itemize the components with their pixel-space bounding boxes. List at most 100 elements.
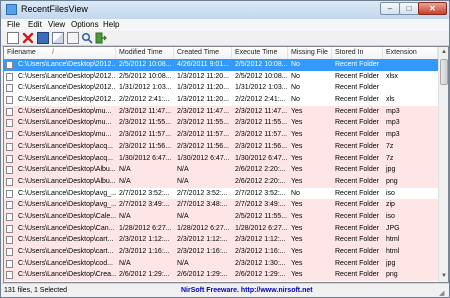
- table-row[interactable]: C:\Users\Lance\Desktop\mu... 2/3/2012 11:…: [4, 105, 438, 118]
- cell-execute-time: 2/6/2012 1:29:...: [235, 271, 286, 279]
- cell-modified-time: 2/3/2012 11:47...: [119, 107, 172, 115]
- column-missing-file[interactable]: Missing File: [288, 47, 332, 59]
- cell-modified-time: 2/6/2012 1:29:...: [119, 271, 170, 279]
- cell-modified-time: 1/28/2012 6:27...: [119, 224, 172, 232]
- cell-extension: mp3: [386, 119, 400, 127]
- cell-modified-time: 2/7/2012 3:52:...: [119, 189, 170, 197]
- table-row[interactable]: C:\Users\Lance\Desktop\Albu... N/A N/A 2/6/…: [4, 164, 438, 176]
- column-execute-time[interactable]: Execute Time: [232, 47, 288, 59]
- scroll-down-icon[interactable]: ▼: [439, 271, 448, 282]
- column-filename[interactable]: Filename /: [4, 47, 116, 59]
- file-icon: [6, 119, 13, 128]
- close-button[interactable]: ✕: [418, 2, 447, 15]
- cell-execute-time: 2/5/2012 10:08...: [235, 61, 288, 68]
- app-window: RecentFilesView – □ ✕ File Edit View Opt…: [0, 0, 450, 298]
- cell-stored-in: Recent Folder: [335, 107, 379, 115]
- files-list[interactable]: Filename / Modified Time Created Time Ex…: [3, 46, 449, 283]
- file-icon: [6, 166, 13, 175]
- cell-execute-time: 2/3/2012 1:12:...: [235, 236, 286, 244]
- exit-icon[interactable]: [95, 32, 107, 44]
- cell-extension: iso: [386, 212, 395, 220]
- cell-stored-in: Recent Folder: [335, 189, 379, 197]
- cell-modified-time: N/A: [119, 177, 131, 185]
- delete-icon[interactable]: [22, 32, 34, 44]
- cell-missing-file: Yes: [291, 224, 303, 232]
- table-row[interactable]: C:\Users\Lance\Desktop\2012... 2/5/2012 1…: [4, 59, 438, 71]
- table-row[interactable]: C:\Users\Lance\Desktop\cod... N/A N/A 2/3/2…: [4, 257, 438, 270]
- cell-extension: jpg: [386, 166, 396, 174]
- resize-grip-icon[interactable]: ◢: [439, 289, 447, 297]
- cell-modified-time: N/A: [119, 259, 131, 267]
- column-created-time[interactable]: Created Time: [174, 47, 232, 59]
- find-icon[interactable]: [81, 32, 93, 44]
- cell-filename: C:\Users\Lance\Desktop\2012...: [18, 84, 116, 92]
- menu-options[interactable]: Options: [71, 19, 99, 31]
- column-extension[interactable]: Extension: [383, 47, 438, 59]
- status-file-count: 131 files, 1 Selected: [4, 287, 68, 294]
- table-row[interactable]: C:\Users\Lance\Desktop\2012... 1/31/2012 …: [4, 82, 438, 94]
- new-icon[interactable]: [7, 32, 19, 44]
- save-icon[interactable]: [37, 32, 49, 44]
- table-row[interactable]: C:\Users\Lance\Desktop\Cale... N/A N/A 2/5/…: [4, 210, 438, 223]
- cell-filename: C:\Users\Lance\Desktop\mu...: [18, 131, 112, 139]
- minimize-button[interactable]: –: [380, 2, 400, 15]
- cell-filename: C:\Users\Lance\Desktop\mu...: [18, 107, 112, 115]
- menu-file[interactable]: File: [7, 19, 20, 31]
- table-row[interactable]: C:\Users\Lance\Desktop\avg_... 2/7/2012 3…: [4, 199, 438, 211]
- cell-stored-in: Recent Folder: [335, 84, 379, 92]
- cell-modified-time: N/A: [119, 212, 131, 220]
- scroll-up-icon[interactable]: ▲: [439, 47, 448, 58]
- cell-execute-time: 2/3/2012 11:56...: [235, 142, 288, 150]
- nirsoft-link[interactable]: NirSoft Freeware. http://www.nirsoft.net: [181, 285, 313, 297]
- table-row[interactable]: C:\Users\Lance\Desktop\Albu... N/A N/A 2/6/…: [4, 175, 438, 188]
- cell-filename: C:\Users\Lance\Desktop\acq...: [18, 154, 113, 162]
- vertical-scrollbar[interactable]: ▲ ▼: [438, 47, 448, 282]
- cell-created-time: 2/3/2012 11:47...: [177, 107, 230, 115]
- cell-modified-time: 2/3/2012 1:16:...: [119, 248, 170, 255]
- cell-stored-in: Recent Folder: [335, 142, 379, 150]
- cell-modified-time: 2/5/2012 10:08...: [119, 61, 172, 68]
- table-row[interactable]: C:\Users\Lance\Desktop\acq... 1/30/2012 6…: [4, 152, 438, 165]
- table-row[interactable]: C:\Users\Lance\Desktop\2012... 2/5/2012 1…: [4, 71, 438, 83]
- cell-missing-file: No: [291, 84, 300, 92]
- cell-stored-in: Recent Folder: [335, 177, 379, 185]
- cell-created-time: N/A: [177, 177, 189, 185]
- cell-created-time: 2/6/2012 1:29:...: [177, 271, 228, 279]
- table-row[interactable]: C:\Users\Lance\Desktop\mu... 2/3/2012 11:…: [4, 117, 438, 130]
- scroll-thumb[interactable]: [440, 59, 448, 85]
- cell-modified-time: 2/3/2012 11:57...: [119, 131, 172, 139]
- menu-help[interactable]: Help: [103, 19, 119, 31]
- table-row[interactable]: C:\Users\Lance\Desktop\cart... 2/3/2012 1…: [4, 246, 438, 258]
- cell-modified-time: 2/3/2012 11:55...: [119, 119, 172, 127]
- cell-filename: C:\Users\Lance\Desktop\avg_...: [18, 201, 116, 209]
- column-modified-time[interactable]: Modified Time: [116, 47, 174, 59]
- cell-created-time: 1/3/2012 11:20...: [177, 72, 230, 80]
- cell-missing-file: No: [291, 189, 300, 197]
- cell-created-time: 4/26/2011 9:01...: [177, 61, 230, 68]
- table-row[interactable]: C:\Users\Lance\Desktop\Crea... 2/6/2012 1…: [4, 269, 438, 282]
- cell-created-time: 2/7/2012 3:48:...: [177, 201, 228, 209]
- table-row[interactable]: C:\Users\Lance\Desktop\2012... 2/2/2012 2…: [4, 94, 438, 106]
- column-stored-in[interactable]: Stored In: [332, 47, 383, 59]
- cell-execute-time: 2/5/2012 11:55...: [235, 212, 288, 220]
- file-icon: [6, 271, 13, 280]
- maximize-button[interactable]: □: [399, 2, 419, 15]
- file-icon: [6, 259, 13, 268]
- properties-icon[interactable]: [67, 32, 79, 44]
- menu-edit[interactable]: Edit: [28, 19, 42, 31]
- cell-stored-in: Recent Folder: [335, 248, 379, 255]
- cell-stored-in: Recent Folder: [335, 154, 379, 162]
- table-row[interactable]: C:\Users\Lance\Desktop\mu... 2/3/2012 11:…: [4, 129, 438, 141]
- list-rows: C:\Users\Lance\Desktop\2012... 2/5/2012 1…: [4, 59, 438, 282]
- cell-created-time: 1/3/2012 11:20...: [177, 96, 230, 104]
- cell-missing-file: Yes: [291, 119, 303, 127]
- table-row[interactable]: C:\Users\Lance\Desktop\avg_... 2/7/2012 3…: [4, 188, 438, 200]
- cell-created-time: N/A: [177, 212, 189, 220]
- table-row[interactable]: C:\Users\Lance\Desktop\Can... 1/28/2012 6…: [4, 222, 438, 235]
- copy-icon[interactable]: [52, 32, 64, 44]
- table-row[interactable]: C:\Users\Lance\Desktop\cart... 2/3/2012 1…: [4, 234, 438, 246]
- table-row[interactable]: C:\Users\Lance\Desktop\acq... 2/3/2012 11…: [4, 140, 438, 153]
- cell-execute-time: 2/6/2012 2:20:...: [235, 177, 286, 185]
- cell-modified-time: N/A: [119, 166, 131, 174]
- menu-view[interactable]: View: [48, 19, 65, 31]
